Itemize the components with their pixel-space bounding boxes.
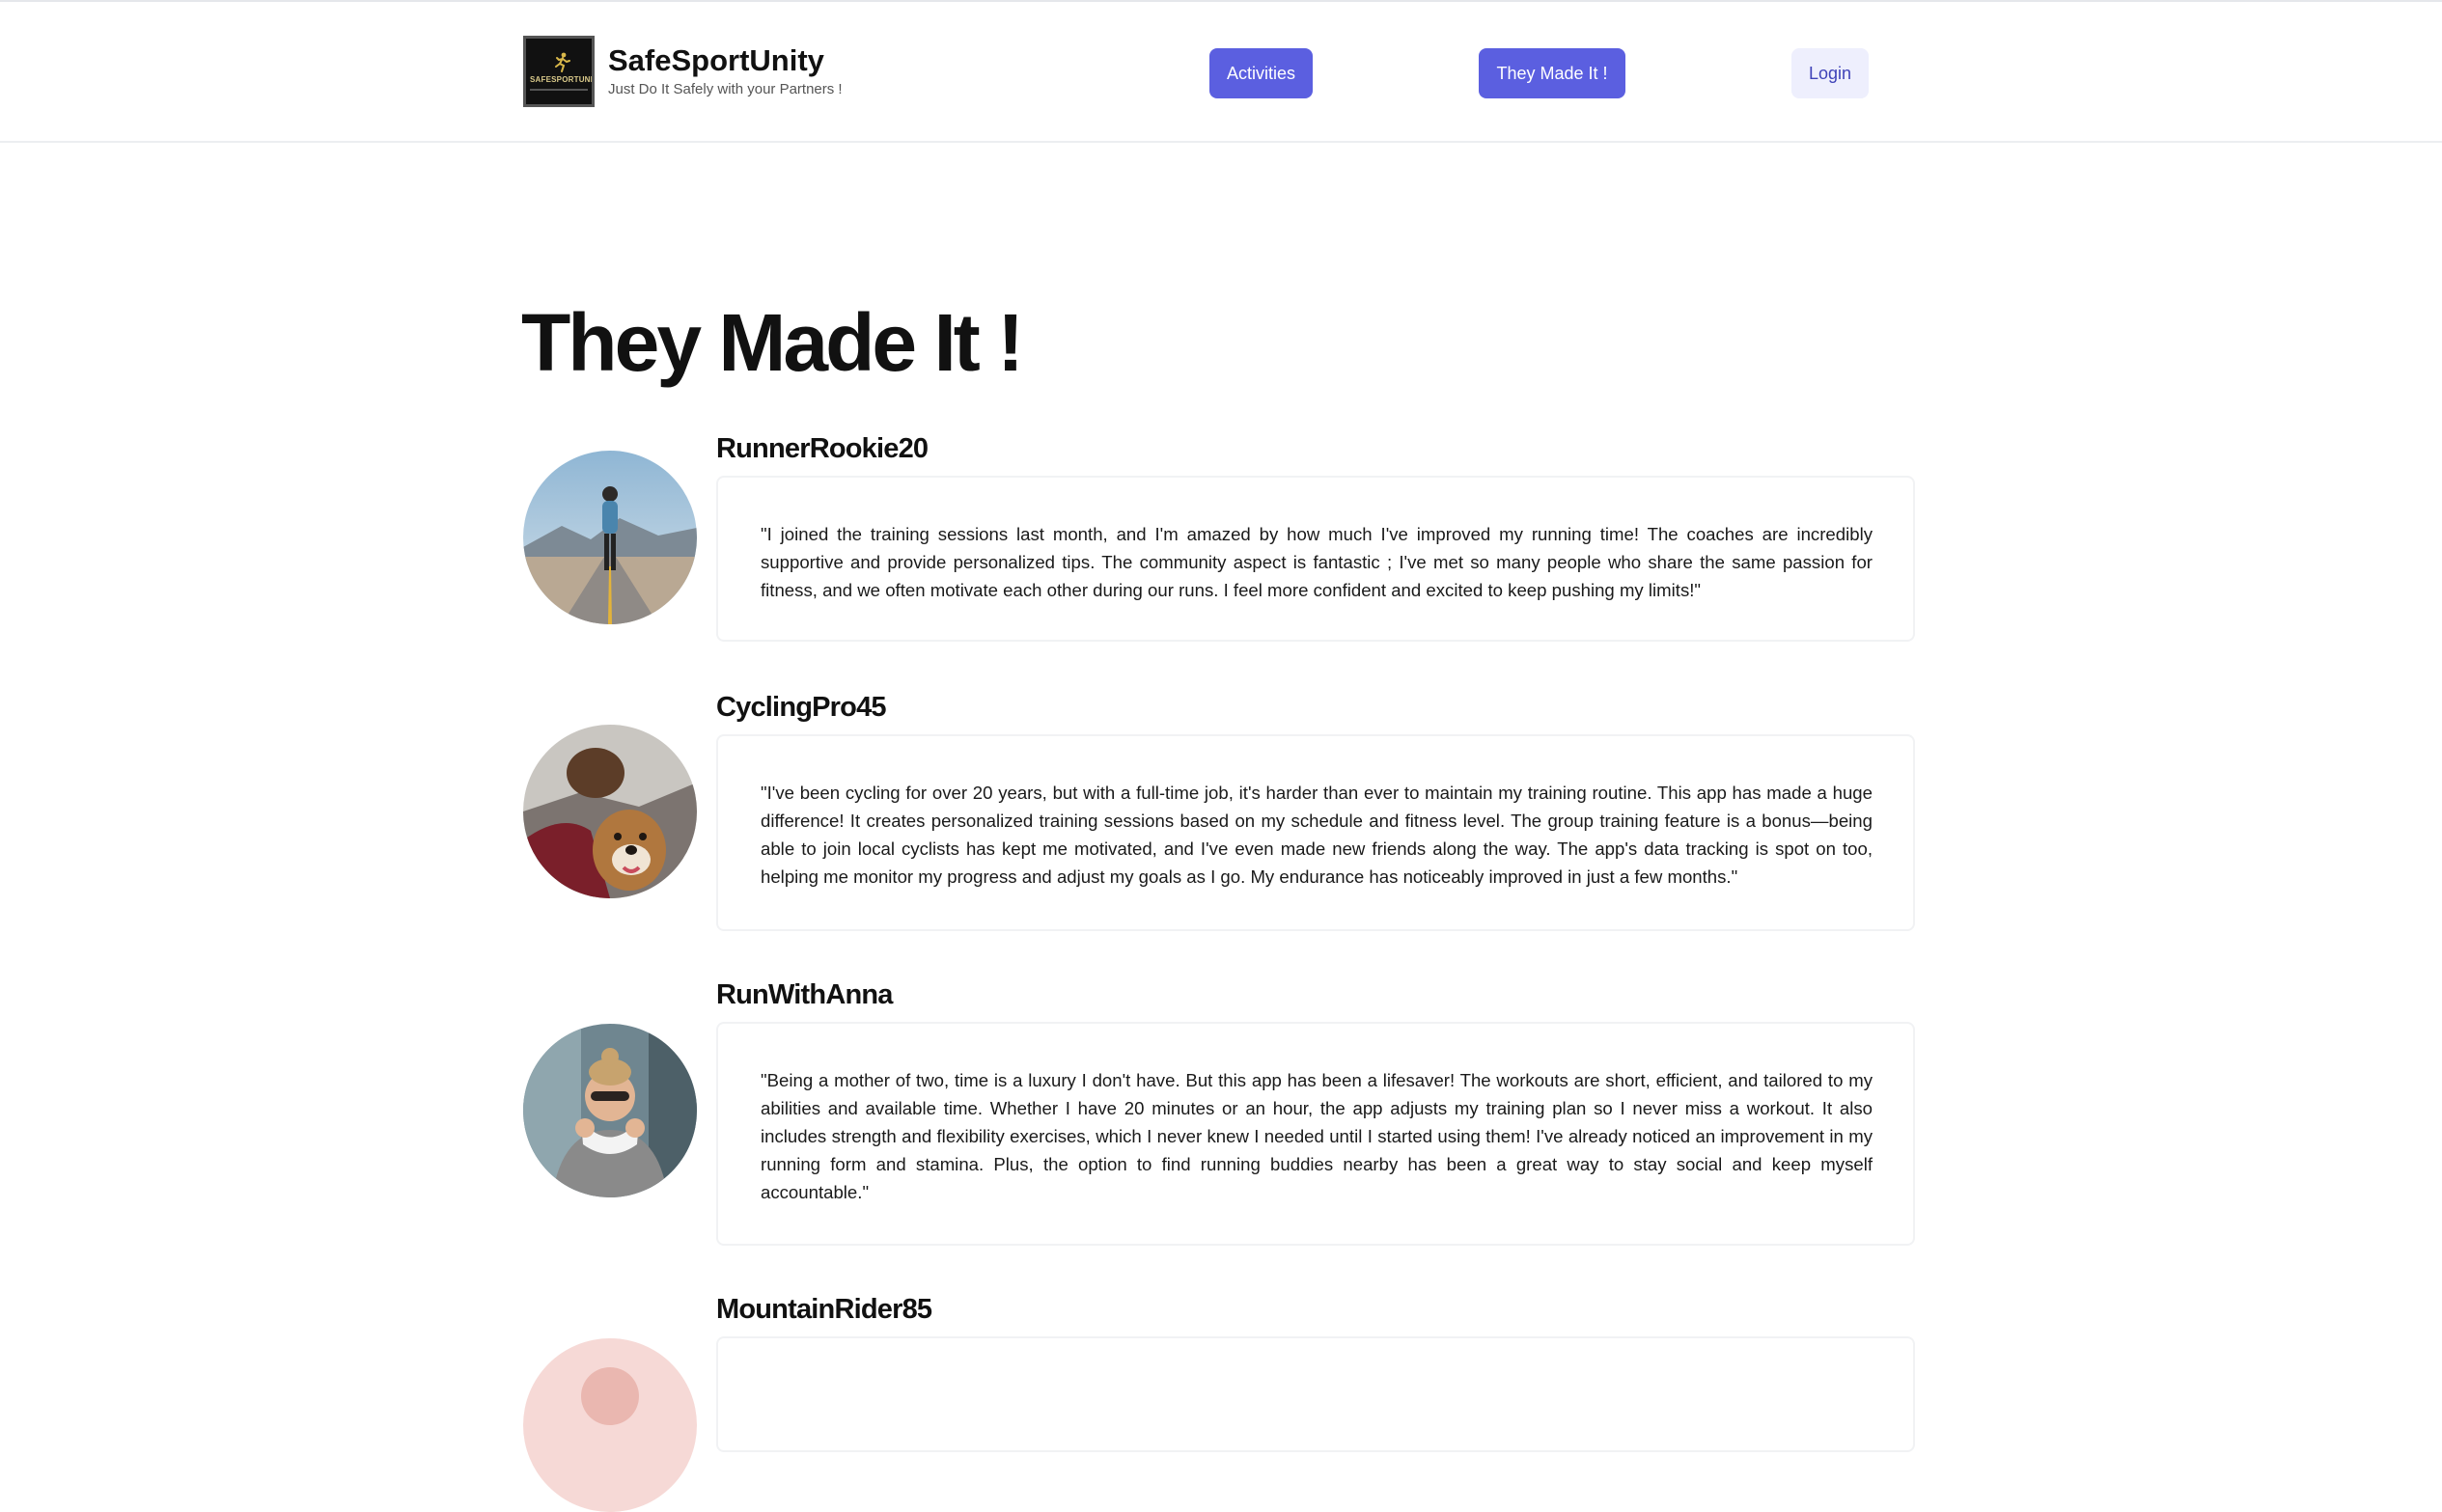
testimonial-card bbox=[716, 1336, 1915, 1452]
testimonial-card: "Being a mother of two, time is a luxury… bbox=[716, 1022, 1915, 1246]
page-title: They Made It ! bbox=[521, 297, 1024, 388]
main-content: They Made It ! RunnerRookie20 "I joined … bbox=[0, 0, 2442, 1512]
testimonial-username: MountainRider85 bbox=[716, 1294, 932, 1325]
testimonial-quote: "I joined the training sessions last mon… bbox=[761, 524, 1873, 600]
avatar bbox=[523, 451, 697, 624]
testimonial-quote: "I've been cycling for over 20 years, bu… bbox=[761, 783, 1873, 887]
testimonial-quote: "Being a mother of two, time is a luxury… bbox=[761, 1070, 1873, 1202]
testimonial-card: "I've been cycling for over 20 years, bu… bbox=[716, 734, 1915, 931]
avatar bbox=[523, 1024, 697, 1197]
testimonial-username: RunnerRookie20 bbox=[716, 433, 929, 464]
testimonial-username: CyclingPro45 bbox=[716, 692, 887, 723]
testimonial-card: "I joined the training sessions last mon… bbox=[716, 476, 1915, 642]
testimonial-username: RunWithAnna bbox=[716, 979, 893, 1010]
avatar bbox=[523, 1338, 697, 1512]
avatar bbox=[523, 725, 697, 898]
